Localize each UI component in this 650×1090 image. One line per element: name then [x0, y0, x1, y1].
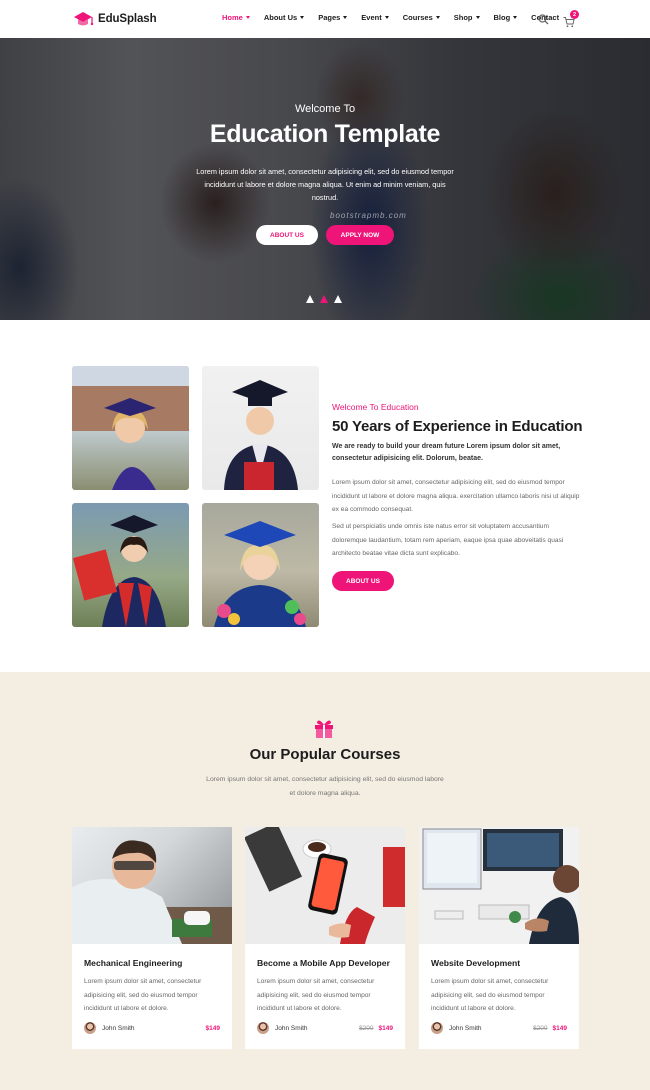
chevron-down-icon	[475, 16, 480, 19]
course-title[interactable]: Website Development	[431, 958, 520, 968]
course-image-mechanical[interactable]	[72, 827, 232, 944]
watermark: bootstrapmb.com	[330, 211, 407, 220]
nav-courses-label: Courses	[402, 13, 433, 22]
course-description: Lorem ipsum dolor sit amet, consectetur …	[257, 978, 375, 1012]
nav-shop[interactable]: Shop	[454, 13, 480, 22]
course-old-price: $200	[359, 1024, 374, 1032]
graduate-photo-4	[202, 503, 319, 627]
nav-courses[interactable]: Courses	[403, 13, 440, 22]
nav-blog[interactable]: Blog	[494, 13, 518, 22]
course-description: Lorem ipsum dolor sit amet, consectetur …	[431, 978, 549, 1012]
nav-icons: 2	[538, 10, 579, 30]
courses-title: Our Popular Courses	[249, 746, 401, 763]
courses-subtitle: Lorem ipsum dolor sit amet, consectetur …	[206, 776, 444, 797]
top-navbar: EduSplash Home About Us Pages Event Cour…	[0, 0, 650, 38]
course-author[interactable]: John Smith	[275, 1025, 308, 1032]
graduation-cap-logo-icon	[72, 9, 94, 29]
nav-about-us-label: About Us	[263, 13, 298, 22]
gift-icon	[313, 717, 335, 739]
course-title[interactable]: Mechanical Engineering	[84, 958, 182, 968]
slide-indicator-1[interactable]	[306, 295, 314, 303]
cart-icon[interactable]: 2	[563, 10, 579, 28]
course-card[interactable]: Website Development Lorem ipsum dolor si…	[419, 827, 579, 1049]
avatar	[431, 1022, 443, 1034]
cart-count-badge: 2	[570, 10, 579, 19]
course-price: $149	[552, 1024, 567, 1032]
chevron-down-icon	[245, 16, 250, 19]
course-meta: John Smith $149	[84, 1022, 220, 1034]
logo[interactable]: EduSplash	[72, 9, 157, 29]
apply-now-button[interactable]: APPLY NOW	[326, 225, 394, 245]
course-prices: $200 $149	[533, 1025, 567, 1032]
slide-indicator-3[interactable]	[334, 295, 342, 303]
course-card[interactable]: Mechanical Engineering Lorem ipsum dolor…	[72, 827, 232, 1049]
course-image-website[interactable]	[419, 827, 579, 944]
hero-text: Lorem ipsum dolor sit amet, consectetur …	[196, 167, 454, 202]
brand-name: EduSplash	[98, 13, 157, 25]
about-section-button[interactable]: ABOUT US	[332, 571, 394, 591]
chevron-down-icon	[343, 16, 348, 19]
course-image-mobile-app[interactable]	[245, 827, 405, 944]
search-icon[interactable]	[538, 12, 549, 30]
avatar	[84, 1022, 96, 1034]
chevron-down-icon	[300, 16, 305, 19]
chevron-down-icon	[435, 16, 440, 19]
nav-event-label: Event	[361, 13, 382, 22]
course-meta: John Smith $200 $149	[257, 1022, 393, 1034]
graduate-photo-2	[202, 366, 319, 490]
course-card[interactable]: Become a Mobile App Developer Lorem ipsu…	[245, 827, 405, 1049]
chevron-down-icon	[384, 16, 389, 19]
about-lead-text: We are ready to build your dream future …	[332, 443, 561, 462]
about-us-button[interactable]: ABOUT US	[256, 225, 318, 245]
course-prices: $200 $149	[359, 1025, 393, 1032]
about-paragraph-2: Sed ut perspiciatis unde omnis iste natu…	[332, 523, 564, 557]
course-author[interactable]: John Smith	[102, 1025, 135, 1032]
nav-about-us[interactable]: About Us	[263, 13, 305, 22]
course-description: Lorem ipsum dolor sit amet, consectetur …	[84, 978, 202, 1012]
graduate-photo-1	[72, 366, 189, 490]
nav-pages[interactable]: Pages	[318, 13, 348, 22]
chevron-down-icon	[513, 16, 518, 19]
popular-courses-section: Our Popular Courses Lorem ipsum dolor si…	[0, 672, 650, 1090]
course-price: $149	[378, 1024, 393, 1032]
about-kicker: Welcome To Education	[332, 402, 419, 412]
nav-home[interactable]: Home	[222, 13, 250, 22]
slide-indicator-2[interactable]	[320, 295, 328, 303]
about-paragraph-1: Lorem ipsum dolor sit amet, consectetur …	[332, 479, 580, 513]
hero-slider: Welcome To Education Template Lorem ipsu…	[0, 38, 650, 320]
graduate-photo-3	[72, 503, 189, 627]
course-meta: John Smith $200 $149	[431, 1022, 567, 1034]
course-old-price: $200	[533, 1024, 548, 1032]
nav-pages-label: Pages	[318, 13, 341, 22]
course-author[interactable]: John Smith	[449, 1025, 482, 1032]
course-title[interactable]: Become a Mobile App Developer	[257, 958, 390, 968]
main-menu: Home About Us Pages Event Courses Shop B…	[222, 13, 573, 22]
nav-blog-label: Blog	[493, 13, 511, 22]
nav-shop-label: Shop	[453, 13, 473, 22]
about-title: 50 Years of Experience in Education	[332, 418, 583, 435]
hero-kicker: Welcome To	[294, 103, 356, 115]
course-prices: $149	[206, 1025, 220, 1032]
course-price: $149	[205, 1024, 220, 1032]
hero-title: Education Template	[209, 120, 441, 148]
nav-home-label: Home	[222, 13, 243, 22]
slider-indicators	[306, 295, 342, 303]
nav-event[interactable]: Event	[361, 13, 389, 22]
avatar	[257, 1022, 269, 1034]
